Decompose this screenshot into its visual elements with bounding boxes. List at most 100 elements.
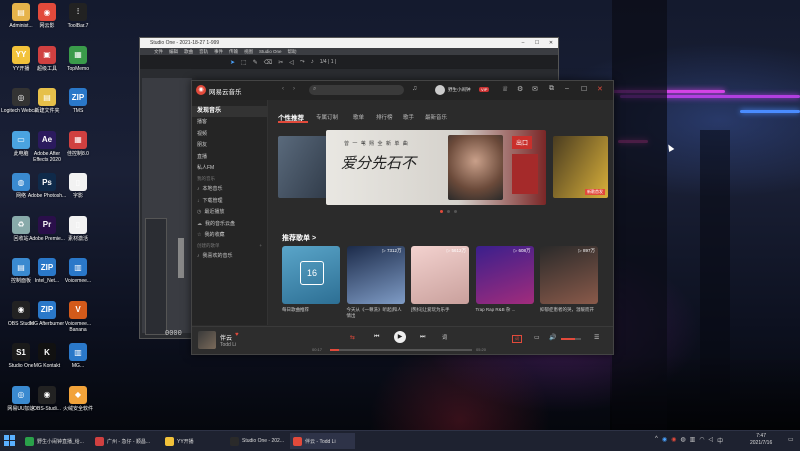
voicemeeter-icon[interactable]: ▥ Voicemee... — [58, 258, 98, 300]
select-tool-icon[interactable]: ➤ — [230, 59, 235, 66]
clock[interactable]: 7:47 2021/7/16 — [750, 433, 772, 447]
netease-music-window[interactable]: ◉ 网易云音乐 ‹ › ⌕ ♫ 野生小闹钟 VIP ♕ ⚙ ✉ ⧉ – ☐ ✕ … — [191, 80, 614, 355]
music-title-bar[interactable]: ◉ 网易云音乐 ‹ › ⌕ ♫ 野生小闹钟 VIP ♕ ⚙ ✉ ⧉ – ☐ ✕ — [192, 81, 613, 101]
forward-button[interactable]: › — [293, 86, 295, 92]
mixer-fader[interactable] — [178, 238, 184, 278]
sidebar-item-1[interactable]: 视频 — [192, 129, 267, 140]
song-cover[interactable] — [198, 331, 216, 349]
recommended-header[interactable]: 推荐歌单 > — [282, 233, 316, 243]
minimize-button[interactable]: – — [516, 40, 530, 46]
bend-tool-icon[interactable]: ⤳ — [300, 59, 305, 66]
playlist-cover[interactable]: ▷ 897万 — [540, 246, 598, 304]
studio-title-bar[interactable]: Studio One - 2021-18-27 1-999 – ☐ ✕ — [140, 38, 558, 48]
mic-icon[interactable]: ♫ — [412, 85, 417, 92]
studio-menu-item[interactable]: 传输 — [229, 49, 238, 55]
pencil-tool-icon[interactable]: ✎ — [253, 59, 258, 66]
banner-main[interactable]: 曾 一 苇 熙 全 新 单 曲 爱分先石不 出口 — [326, 130, 546, 205]
playlist-card[interactable]: ▷ 608万 Trap Rap R&B 杂 ... — [475, 246, 534, 313]
taskbar-music[interactable]: 伴云 - Todd Li — [290, 433, 355, 449]
sidebar-item-4[interactable]: 私人FM — [192, 163, 267, 174]
banner-right-peek[interactable]: 新歌首发 — [553, 136, 608, 198]
taskbar-yy[interactable]: YY开播 — [162, 433, 220, 449]
close-icon[interactable]: ✕ — [597, 85, 603, 93]
device-icon[interactable]: ▭ — [534, 334, 540, 341]
listen-tool-icon[interactable]: ♪ — [311, 59, 314, 65]
studio-menu-item[interactable]: 事件 — [214, 49, 223, 55]
mute-tool-icon[interactable]: ◁ — [289, 59, 294, 66]
playlist-card[interactable]: ▷ 7312万今天从《一尊洗》听起|和人情出 — [346, 246, 405, 319]
sidebar-my-item-1[interactable]: ↓ 下载管理 — [192, 196, 267, 207]
tab-5[interactable]: 最新音乐 — [425, 113, 447, 121]
playlist-card[interactable]: 16 每日歌曲推荐 — [282, 246, 340, 313]
tray-icon[interactable]: ◉ — [662, 436, 667, 445]
avatar[interactable] — [435, 85, 445, 95]
tab-1[interactable]: 专属订制 — [316, 113, 338, 121]
playlist-icon[interactable]: ☰ — [594, 334, 599, 341]
taskbar-studio-one[interactable]: Studio One - 202... — [227, 433, 292, 449]
studio-menu-item[interactable]: 歌曲 — [184, 49, 193, 55]
playlist-title[interactable]: Trap Rap R&B 杂 ... — [476, 307, 534, 313]
studio-menu-item[interactable]: 帮助 — [288, 49, 297, 55]
volume-track[interactable] — [561, 338, 581, 340]
snap-value[interactable]: 1/4 | 1 | — [320, 59, 337, 65]
playlist-card[interactable]: ▷ 897万 抑郁症患者的哭，温暖而开 — [540, 246, 598, 313]
back-button[interactable]: ‹ — [282, 86, 284, 92]
like-icon[interactable]: ♥ — [235, 332, 239, 338]
playlist-cover[interactable]: ▷ 5612万 — [411, 246, 469, 304]
search-input[interactable]: ⌕ — [309, 85, 404, 95]
playlist-title[interactable]: 每日歌曲推荐 — [282, 307, 340, 313]
sidebar-my-item-4[interactable]: ☆ 我的收藏 — [192, 230, 267, 241]
user-name[interactable]: 野生小闹钟 — [448, 87, 471, 93]
sidebar-playlist-0[interactable]: ♪ 我喜欢的音乐 — [192, 251, 267, 262]
assets-icon[interactable]: ▯ 素材激活 — [58, 215, 98, 258]
volume-icon[interactable]: 🔊 — [549, 334, 556, 341]
voicemeeter-banana-icon[interactable]: V Voicemee... Banana — [58, 300, 98, 343]
tray-icon[interactable]: ^ — [655, 436, 658, 445]
minimize-icon[interactable]: – — [565, 85, 569, 92]
maximize-icon[interactable]: ☐ — [581, 85, 587, 93]
wifi-icon[interactable]: ◠ — [699, 436, 704, 445]
taskbar-guangzhou[interactable]: 广州 - 急仔 - 顺昌... — [92, 433, 157, 449]
start-button[interactable] — [4, 435, 15, 446]
playlist-title[interactable]: 今天从《一尊洗》听起|和人情出 — [347, 307, 405, 319]
toolbar-icon[interactable]: ⫶ ToolBar.7 — [58, 3, 98, 45]
vip-badge[interactable]: VIP — [479, 87, 490, 92]
tab-3[interactable]: 排行榜 — [376, 113, 393, 121]
shuffle-icon[interactable]: ⇆ — [350, 334, 355, 341]
range-tool-icon[interactable]: ⬚ — [241, 59, 247, 66]
sidebar-item-discover[interactable]: 发现音乐 — [192, 106, 267, 118]
playlist-cover[interactable]: ▷ 608万 — [475, 246, 534, 304]
sidebar-item-2[interactable]: 朋友 — [192, 140, 267, 151]
security-icon[interactable]: ◆ 火绒安全软件 — [58, 385, 98, 428]
progress-track[interactable] — [330, 349, 472, 351]
split-tool-icon[interactable]: ✂ — [278, 59, 283, 66]
tray-icon[interactable]: ◉ — [671, 436, 676, 445]
lyrics-icon[interactable]: 词 — [442, 334, 447, 341]
sidebar-item-0[interactable]: 播客 — [192, 117, 267, 128]
studio-menu-item[interactable]: 编辑 — [169, 49, 178, 55]
topmemo-icon[interactable]: ▦ TopMemo — [58, 45, 98, 88]
settings-icon[interactable]: ⚙ — [517, 85, 523, 93]
playlist-cover[interactable]: ▷ 7312万 — [346, 246, 405, 304]
mg-icon[interactable]: ▥ MG... — [58, 343, 98, 385]
close-button[interactable]: ✕ — [544, 40, 558, 46]
play-pause-button[interactable]: ▶ — [394, 331, 406, 343]
tray-icon[interactable]: ▥ — [690, 436, 696, 445]
playlist-card[interactable]: ▷ 5612万 [熊抖]让爱玩为乐手 — [411, 246, 469, 313]
banner-dots[interactable] — [418, 210, 478, 213]
sidebar-my-item-0[interactable]: ♪ 本地音乐 — [192, 184, 267, 195]
skin-icon[interactable]: ♕ — [502, 85, 508, 93]
tray-icon[interactable]: ◍ — [680, 436, 685, 445]
doc-icon[interactable]: ▯ 字影 — [58, 173, 98, 215]
next-icon[interactable]: ⏭ — [420, 334, 425, 341]
playlist-title[interactable]: [熊抖]让爱玩为乐手 — [411, 307, 469, 313]
notification-icon[interactable]: ▭ — [788, 436, 794, 443]
studio-menu-item[interactable]: Studio One — [259, 49, 282, 54]
mail-icon[interactable]: ✉ — [532, 85, 538, 93]
lang-indicator[interactable]: 中 — [717, 436, 723, 445]
eraser-tool-icon[interactable]: ⌫ — [264, 59, 272, 66]
maximize-button[interactable]: ☐ — [530, 40, 544, 46]
song-artist[interactable]: Todd Li — [220, 342, 236, 348]
tab-2[interactable]: 歌单 — [353, 113, 364, 121]
sidebar-my-item-3[interactable]: ☁ 我的音乐云盘 — [192, 219, 267, 230]
